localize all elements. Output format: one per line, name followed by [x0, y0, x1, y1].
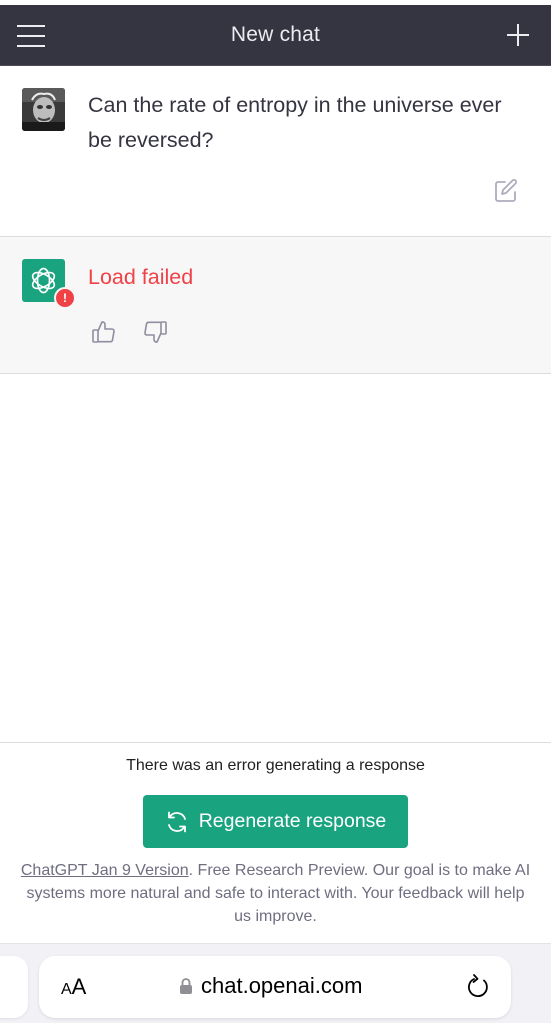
user-message-text: Can the rate of entropy in the universe …	[88, 93, 502, 152]
aa-small: A	[61, 981, 72, 998]
aa-large: A	[71, 974, 87, 999]
url-text: chat.openai.com	[201, 973, 363, 998]
footer-disclaimer: ChatGPT Jan 9 Version. Free Research Pre…	[20, 859, 531, 928]
new-chat-button[interactable]	[505, 22, 531, 48]
lock-icon	[180, 978, 192, 994]
edit-message-button[interactable]	[493, 178, 519, 204]
error-badge-icon: !	[54, 287, 76, 309]
url-display[interactable]: chat.openai.com	[179, 973, 362, 999]
thumbs-down-icon	[144, 321, 167, 343]
user-avatar	[22, 88, 65, 131]
address-bar[interactable]: AA chat.openai.com	[39, 956, 511, 1018]
previous-tab[interactable]	[0, 956, 28, 1018]
version-link[interactable]: ChatGPT Jan 9 Version	[21, 862, 189, 879]
hamburger-icon	[17, 25, 45, 47]
reload-icon	[468, 974, 488, 998]
regenerate-response-button[interactable]: Regenerate response	[143, 795, 408, 848]
page-title: New chat	[230, 23, 321, 46]
reload-button[interactable]	[465, 973, 493, 1001]
thumbs-up-icon	[92, 321, 115, 343]
refresh-icon	[167, 811, 186, 832]
top-bar: New chat	[0, 0, 551, 66]
thumbs-up-button[interactable]	[91, 319, 117, 345]
thumbs-down-button[interactable]	[142, 319, 168, 345]
reader-settings-button[interactable]: AA	[61, 974, 86, 1000]
regenerate-label: Regenerate response	[198, 810, 387, 832]
bottom-panel: There was an error generating a response…	[0, 742, 551, 943]
browser-toolbar: AA chat.openai.com	[0, 943, 551, 1023]
menu-button[interactable]	[16, 23, 46, 49]
user-message: Can the rate of entropy in the universe …	[0, 66, 551, 237]
error-message: Load failed	[88, 265, 194, 289]
assistant-message: ! Load failed	[0, 237, 551, 374]
plus-icon	[507, 24, 529, 46]
edit-icon	[495, 179, 517, 202]
generation-error-notice: There was an error generating a response	[126, 757, 425, 774]
